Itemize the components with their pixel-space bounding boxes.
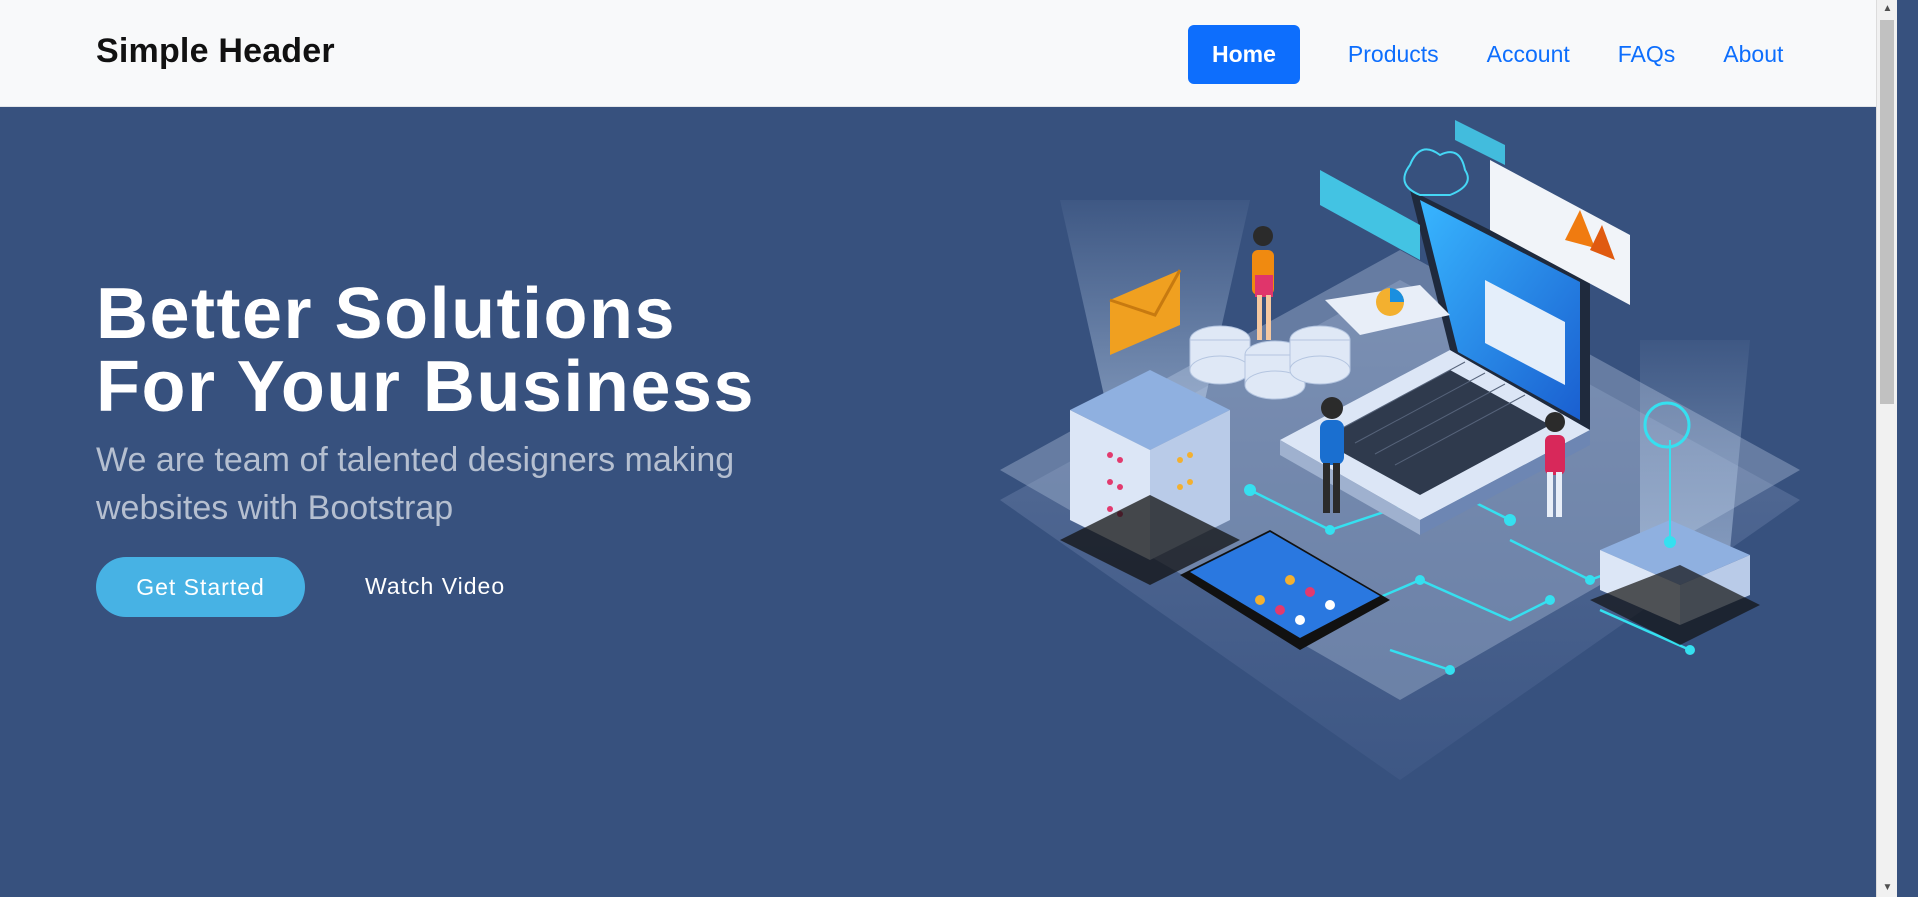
scroll-thumb[interactable] [1880, 20, 1894, 404]
watch-video-button[interactable]: Watch Video [365, 573, 505, 600]
nav-products[interactable]: Products [1348, 42, 1439, 66]
hero-subtitle: We are team of talented designers making… [96, 441, 735, 527]
scroll-down-arrow-icon[interactable]: ▼ [1877, 879, 1898, 897]
site-header: Simple Header Home Products Account FAQs… [0, 0, 1897, 107]
page-scrollbar[interactable]: ▲ ▼ [1876, 0, 1897, 897]
get-started-button[interactable]: Get Started [96, 557, 305, 617]
nav-home[interactable]: Home [1188, 24, 1300, 84]
scroll-up-arrow-icon[interactable]: ▲ [1877, 0, 1898, 18]
main-nav: Home Products Account FAQs About [1188, 24, 1783, 84]
nav-about[interactable]: About [1723, 42, 1783, 66]
hero-title: Better Solutions For Your Business [96, 278, 856, 424]
hero-title-line-2: For Your Business [96, 347, 755, 427]
brand-title[interactable]: Simple Header [96, 32, 335, 71]
hero-title-line-1: Better Solutions [96, 274, 677, 354]
page: Simple Header Home Products Account FAQs… [0, 0, 1897, 897]
nav-faqs[interactable]: FAQs [1618, 42, 1676, 66]
nav-account[interactable]: Account [1487, 42, 1570, 66]
hero-illustration-icon [1000, 120, 1800, 780]
